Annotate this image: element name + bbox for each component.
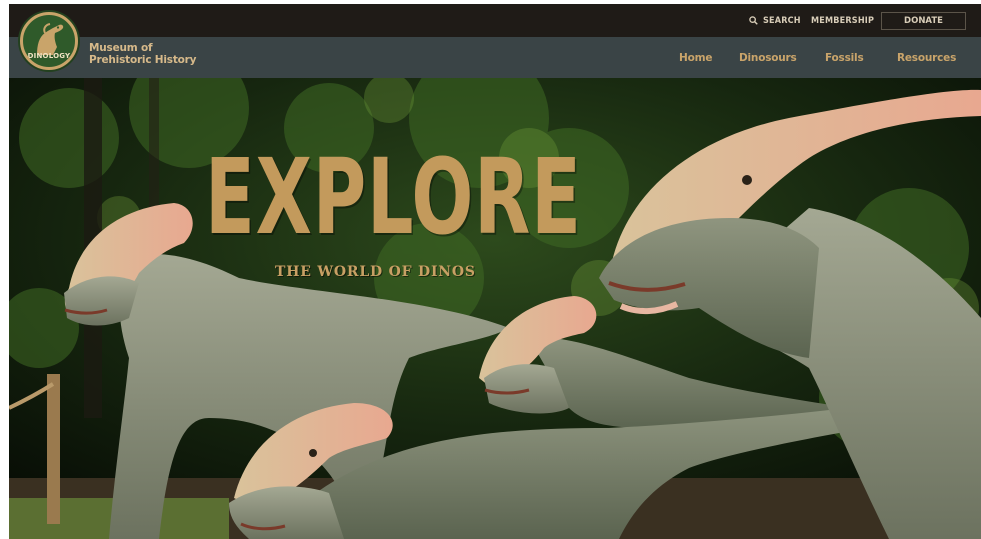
- search-label: SEARCH: [763, 15, 801, 26]
- hero-banner: EXPLORE THE WORLD OF DINOS: [9, 78, 981, 539]
- museum-name[interactable]: Museum of Prehistoric History: [89, 42, 197, 66]
- hero-subheadline: THE WORLD OF DINOS: [275, 264, 476, 280]
- search-link[interactable]: SEARCH: [749, 4, 801, 37]
- search-icon: [749, 16, 758, 25]
- nav-item-home[interactable]: Home: [679, 37, 712, 78]
- museum-name-line2: Prehistoric History: [89, 54, 197, 66]
- donate-button[interactable]: DONATE: [881, 12, 966, 30]
- logo-wordmark: DINOLOGY: [27, 52, 71, 60]
- nav-item-dinosaurs[interactable]: Dinosours: [739, 37, 797, 78]
- main-navigation: Museum of Prehistoric History Home Dinos…: [9, 37, 981, 78]
- nav-item-fossils[interactable]: Fossils: [825, 37, 864, 78]
- page: SEARCH MEMBERSHIP DONATE Museum of Prehi…: [9, 4, 981, 539]
- membership-link[interactable]: MEMBERSHIP: [811, 4, 874, 37]
- museum-logo[interactable]: DINOLOGY: [20, 12, 78, 70]
- utility-bar: SEARCH MEMBERSHIP DONATE: [9, 4, 981, 37]
- nav-item-resources[interactable]: Resources: [897, 37, 956, 78]
- hero-headline: EXPLORE: [205, 136, 582, 258]
- museum-name-line1: Museum of: [89, 42, 153, 54]
